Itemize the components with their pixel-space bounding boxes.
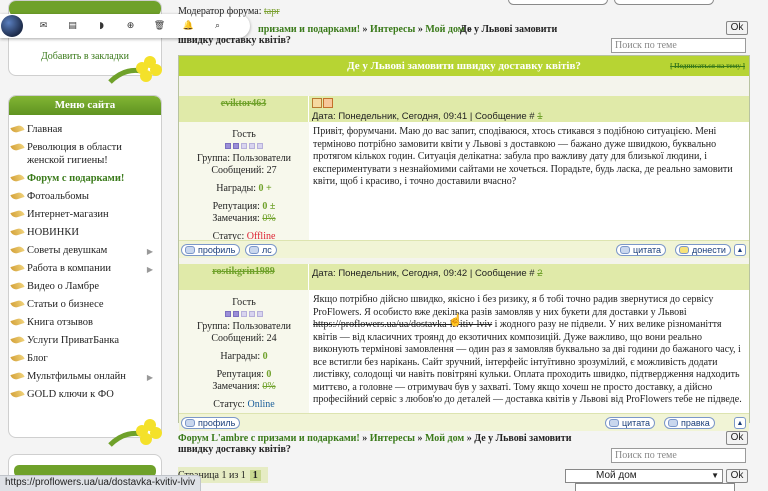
top-button-cut[interactable] xyxy=(614,0,714,5)
chevron-right-icon: ▶ xyxy=(146,265,153,274)
status-bar-url: https://proflowers.ua/ua/dostavka-kvitiv… xyxy=(0,475,202,491)
quote-button[interactable]: цитата xyxy=(616,244,667,256)
search-input[interactable]: Поиск по теме xyxy=(611,448,746,463)
topic-table: Де у Львові замовити швидку доставку кві… xyxy=(178,55,750,431)
proflowers-link[interactable]: https://proflowers.ua/ua/dostavka-kvitiv… xyxy=(313,319,492,330)
breadcrumb-current: Де у Львові замовити швидку доставку кві… xyxy=(178,24,558,46)
quote-button[interactable]: цитата xyxy=(605,417,656,429)
menu-item[interactable]: Главная xyxy=(9,123,157,136)
post-meta: Дата: Понедельник, Сегодня, 09:41 | Сооб… xyxy=(309,96,749,122)
breadcrumb-forum[interactable]: Форум L'ambre с призами и подарками! xyxy=(178,433,360,444)
menu-item[interactable]: Статьи о бизнесе xyxy=(9,298,157,311)
post-icon xyxy=(312,98,322,108)
scroll-up-icon[interactable]: ▲ xyxy=(734,244,746,256)
avatar[interactable] xyxy=(1,15,23,37)
status-online: Online xyxy=(247,399,275,410)
scroll-up-icon[interactable]: ▲ xyxy=(734,417,746,429)
flower-icon xyxy=(108,56,162,84)
reputation-link[interactable]: ± xyxy=(270,201,276,212)
menu-item[interactable]: Форум с подарками! xyxy=(9,172,157,185)
menu-item[interactable]: Интернет-магазин xyxy=(9,208,157,221)
mail-icon[interactable]: ✉ xyxy=(29,21,58,31)
moderator-line: Модератор форума: tapr xyxy=(178,6,280,17)
profile-button[interactable]: профиль xyxy=(181,244,241,256)
menu-item[interactable]: Мультфильмы онлайн ▶ xyxy=(9,370,157,383)
chat-icon[interactable]: ◗ xyxy=(87,21,116,31)
menu-item[interactable]: Фотоальбомы xyxy=(9,190,157,203)
menu-item[interactable]: Революция в области женской гигиены! xyxy=(9,141,157,167)
pm-button[interactable]: лс xyxy=(245,244,277,256)
menu-item[interactable]: Видео о Ламбре xyxy=(9,280,157,293)
chevron-right-icon: ▶ xyxy=(146,373,153,382)
menu-item[interactable]: Услуги ПриватБанка xyxy=(9,334,157,347)
menu-item[interactable]: Советы девушкам ▶ xyxy=(9,244,157,257)
search-ok-button[interactable]: Ok xyxy=(726,431,748,445)
post-number-link[interactable]: 2 xyxy=(537,268,542,279)
menu-item[interactable]: НОВИНКИ xyxy=(9,226,157,239)
breadcrumb-my-home[interactable]: Мой дом xyxy=(425,433,464,444)
site-menu: Меню сайта Главная Революция в области же… xyxy=(8,95,162,438)
jump-ok-button[interactable]: Ok xyxy=(726,469,748,483)
hand-cursor-icon: ☝ xyxy=(448,313,463,327)
post-text: Привіт, форумчани. Маю до вас запит, спо… xyxy=(313,126,733,187)
plus-icon[interactable]: ⊕ xyxy=(116,21,145,31)
search-ok-button[interactable]: Ok xyxy=(726,21,748,35)
post-author[interactable]: rostikgrin1989 xyxy=(179,264,309,290)
user-info: Гость Группа: Пользователи Сообщений: 24… xyxy=(179,290,309,413)
user-info: Гость Группа: Пользователи Сообщений: 27… xyxy=(179,122,309,242)
post-author[interactable]: eviktor463 xyxy=(179,96,309,122)
breadcrumb-interests[interactable]: Интересы xyxy=(370,433,415,444)
menu-item[interactable]: Книга отзывов xyxy=(9,316,157,329)
profile-button[interactable]: профиль xyxy=(181,417,241,429)
menu-list: Главная Революция в области женской гигие… xyxy=(9,115,161,401)
rank-stars xyxy=(179,141,309,153)
menu-item[interactable]: GOLD ключи к ФО xyxy=(9,388,157,401)
left-column: Добавить в закладки Меню сайта Главная Ре… xyxy=(8,0,162,488)
post-icon xyxy=(323,98,333,108)
top-button-cut[interactable] xyxy=(508,0,608,5)
post: eviktor463 Дата: Понедельник, Сегодня, 0… xyxy=(179,96,749,258)
chevron-down-icon: ▼ xyxy=(711,471,719,480)
subscribe-link[interactable]: [ Подписаться на тему ] xyxy=(670,56,745,76)
award-plus-link[interactable]: + xyxy=(266,183,272,194)
document-icon[interactable]: ▤ xyxy=(58,21,87,31)
post: rostikgrin1989 Дата: Понедельник, Сегодн… xyxy=(179,264,749,431)
moderator-link[interactable]: tapr xyxy=(264,6,280,17)
forum-jump-select[interactable]: Мой дом ▼ xyxy=(565,469,723,483)
menu-item[interactable]: Работа в компании ▶ xyxy=(9,262,157,275)
search-input-cut[interactable] xyxy=(575,483,735,491)
post-footer: профиль лс цитата донести ▲ xyxy=(179,240,749,258)
topic-title: Де у Львові замовити швидку доставку кві… xyxy=(179,56,749,76)
post-number-link[interactable]: 1 xyxy=(537,111,542,122)
rank-stars xyxy=(179,309,309,321)
footer-breadcrumb: Форум L'ambre с призами и подарками! » И… xyxy=(178,433,572,455)
flower-icon xyxy=(108,419,162,447)
post-text: Якщо потрібно дійсно швидко, якісно і бе… xyxy=(313,294,742,405)
trash-icon[interactable]: 🗑 xyxy=(145,21,174,31)
chevron-right-icon: ▶ xyxy=(146,247,153,256)
menu-item[interactable]: Блог xyxy=(9,352,157,365)
post-footer: профиль цитата правка ▲ xyxy=(179,413,749,431)
menu-title: Меню сайта xyxy=(9,96,161,115)
report-button[interactable]: донести xyxy=(675,244,731,256)
edit-button[interactable]: правка xyxy=(664,417,715,429)
post-meta: Дата: Понедельник, Сегодня, 09:42 | Сооб… xyxy=(312,268,543,279)
search-input[interactable]: Поиск по теме xyxy=(611,38,746,53)
moderator-label: Модератор форума: xyxy=(178,6,262,17)
current-page[interactable]: 1 xyxy=(249,469,261,481)
